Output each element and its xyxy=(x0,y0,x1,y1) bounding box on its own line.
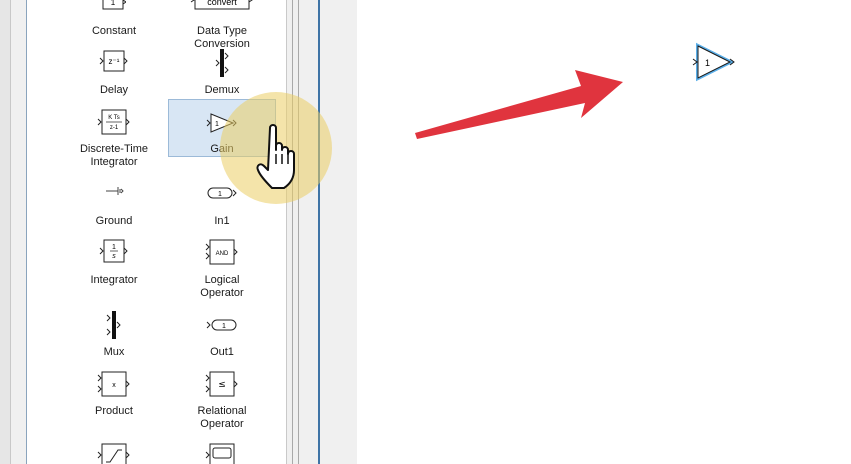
canvas-gain-block[interactable]: 1 xyxy=(690,42,738,84)
block-relational-operator[interactable]: ≤ Relational Operator xyxy=(168,370,276,432)
block-label: Integrator xyxy=(90,274,138,286)
block-label: Constant xyxy=(91,25,137,37)
block-mux[interactable]: Mux xyxy=(60,310,168,362)
block-ground[interactable]: Ground xyxy=(60,180,168,232)
svg-text:s: s xyxy=(112,253,116,260)
svg-text:1: 1 xyxy=(111,0,116,7)
block-list: 1 Constant convert Data Type Conversion … xyxy=(26,0,287,464)
block-logical-operator[interactable]: AND Logical Operator xyxy=(168,238,276,300)
block-label: Relational Operator xyxy=(197,405,247,430)
in1-icon: 1 xyxy=(207,187,237,199)
block-label: Delay xyxy=(99,84,129,96)
block-label: In1 xyxy=(214,215,230,227)
logical-operator-icon: AND xyxy=(205,239,238,265)
library-tree-edge[interactable] xyxy=(0,0,11,464)
discrete-integrator-icon: K Ts z-1 xyxy=(97,109,130,135)
mux-icon xyxy=(106,311,121,339)
svg-text:≤: ≤ xyxy=(218,380,226,390)
svg-text:z⁻¹: z⁻¹ xyxy=(109,57,120,66)
svg-text:1: 1 xyxy=(112,244,116,251)
panel-splitter[interactable] xyxy=(292,0,299,464)
hand-pointer-icon xyxy=(256,124,295,189)
demux-icon xyxy=(215,49,229,77)
svg-text:AND: AND xyxy=(216,251,229,257)
ground-icon xyxy=(106,187,124,195)
block-label: Ground xyxy=(95,215,133,227)
block-demux[interactable]: Demux xyxy=(168,48,276,100)
block-integrator[interactable]: 1 s Integrator xyxy=(60,238,168,298)
svg-text:1: 1 xyxy=(215,121,219,128)
out1-icon: 1 xyxy=(206,319,237,331)
library-browser-panel: 1 Constant convert Data Type Conversion … xyxy=(0,0,666,464)
integrator-icon: 1 s xyxy=(99,239,128,263)
block-scope-partial[interactable] xyxy=(168,440,276,464)
block-label: Product xyxy=(95,405,133,417)
constant-icon: 1 xyxy=(102,0,126,10)
convert-icon: convert xyxy=(190,0,253,10)
svg-text:1: 1 xyxy=(218,191,222,198)
svg-text:K Ts: K Ts xyxy=(108,115,120,121)
block-label: Mux xyxy=(103,346,125,358)
block-product[interactable]: x Product xyxy=(60,370,168,422)
drag-arrow-icon xyxy=(415,70,623,139)
block-saturation-partial[interactable] xyxy=(60,440,168,464)
block-delay[interactable]: z⁻¹ Delay xyxy=(60,48,168,100)
block-constant[interactable]: 1 Constant xyxy=(60,0,168,40)
block-discrete-time-integrator[interactable]: K Ts z-1 Discrete-Time Integrator xyxy=(60,108,168,170)
svg-text:z-1: z-1 xyxy=(110,125,119,131)
block-out1[interactable]: 1 Out1 xyxy=(168,310,276,362)
saturation-icon xyxy=(97,443,130,464)
svg-text:1: 1 xyxy=(705,58,710,68)
library-side-strip xyxy=(318,0,666,464)
block-data-type-conversion[interactable]: convert Data Type Conversion xyxy=(168,0,276,50)
svg-text:1: 1 xyxy=(222,323,226,330)
scope-icon xyxy=(205,443,235,464)
relational-operator-icon: ≤ xyxy=(205,371,238,397)
svg-text:x: x xyxy=(112,382,116,389)
block-label: Out1 xyxy=(210,346,234,358)
product-icon: x xyxy=(97,371,130,397)
svg-text:convert: convert xyxy=(207,0,237,7)
delay-icon: z⁻¹ xyxy=(99,50,128,72)
block-label: Discrete-Time Integrator xyxy=(79,143,149,168)
block-label: Logical Operator xyxy=(200,274,244,299)
